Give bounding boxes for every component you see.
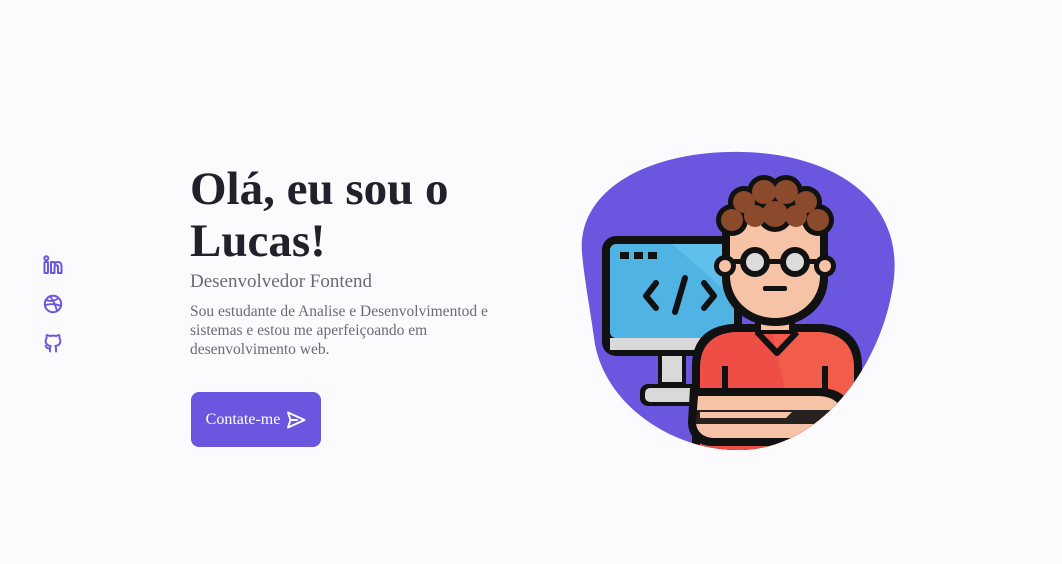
linkedin-link[interactable] bbox=[42, 254, 64, 275]
hero-subtitle: Desenvolvedor Fontend bbox=[190, 271, 373, 292]
contact-button[interactable]: Contate-me bbox=[191, 392, 321, 447]
dribbble-link[interactable] bbox=[42, 293, 64, 314]
developer-avatar-illustration bbox=[572, 148, 902, 458]
github-icon bbox=[43, 333, 63, 353]
dribbble-icon bbox=[43, 294, 63, 314]
home-page: Olá, eu sou o Lucas! Desenvolvedor Fonte… bbox=[0, 0, 1062, 564]
contact-button-label: Contate-me bbox=[205, 410, 281, 428]
social-links bbox=[42, 254, 64, 353]
send-icon bbox=[286, 411, 306, 429]
github-link[interactable] bbox=[42, 332, 64, 353]
linkedin-icon bbox=[43, 254, 63, 275]
hero-description: Sou estudante de Analise e Desenvolvimen… bbox=[190, 303, 488, 358]
page-title: Olá, eu sou o Lucas! bbox=[190, 163, 449, 267]
hero-text: Olá, eu sou o Lucas! Desenvolvedor Fonte… bbox=[190, 163, 520, 359]
